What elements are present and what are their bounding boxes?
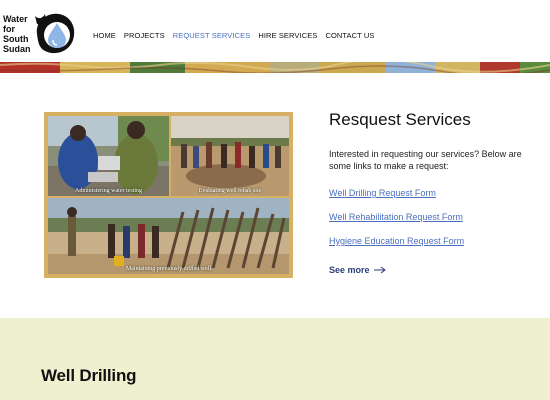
painted-stripe-decoration — [0, 62, 550, 73]
photo-water-testing: Administering water testing — [48, 116, 169, 196]
photo-caption: Maintaining previously drilled well — [125, 266, 212, 272]
logo-line: South — [3, 34, 29, 44]
nav-hire-services[interactable]: HIRE SERVICES — [258, 31, 317, 40]
water-testing-image — [48, 116, 169, 196]
photo-caption: Evaluating well rehab site — [198, 188, 262, 194]
photo-well-rehab-site: Evaluating well rehab site — [171, 116, 289, 196]
nav-home[interactable]: HOME — [93, 31, 116, 40]
request-services-panel: Resquest Services Interested in requesti… — [329, 110, 539, 278]
logo-text: Water for South Sudan — [3, 14, 31, 54]
see-more-link[interactable]: See more — [329, 265, 386, 275]
well-rehab-site-image — [171, 116, 289, 196]
section-title: Well Drilling — [41, 366, 137, 385]
well-rehabilitation-request-link[interactable]: Well Rehabilitation Request Form — [329, 212, 539, 222]
nav-contact-us[interactable]: CONTACT US — [325, 31, 374, 40]
photo-caption: Administering water testing — [75, 188, 142, 194]
nav-request-services[interactable]: REQUEST SERVICES — [173, 31, 251, 40]
main-nav: HOME PROJECTS REQUEST SERVICES HIRE SERV… — [93, 31, 383, 40]
logo-line: Water — [3, 14, 28, 24]
page-title: Resquest Services — [329, 110, 471, 129]
logo-line: for — [3, 24, 15, 34]
water-drop-logo-icon — [35, 13, 75, 54]
see-more-label: See more — [329, 265, 370, 275]
photo-collage: Administering water testing Evaluating w… — [44, 112, 293, 278]
photo-drilled-well: Maintaining previously drilled well — [48, 198, 289, 274]
site-header: Water for South Sudan HOME PROJECTS REQU… — [0, 0, 550, 62]
hygiene-education-request-link[interactable]: Hygiene Education Request Form — [329, 236, 539, 246]
logo-line: Sudan — [3, 44, 31, 54]
arrow-right-icon — [373, 266, 386, 274]
site-logo[interactable]: Water for South Sudan — [3, 10, 78, 56]
well-drilling-request-link[interactable]: Well Drilling Request Form — [329, 188, 539, 198]
drilled-well-image — [48, 198, 289, 274]
well-drilling-section: Well Drilling — [0, 318, 550, 400]
nav-projects[interactable]: PROJECTS — [124, 31, 165, 40]
intro-text: Interested in requesting our services? B… — [329, 149, 522, 171]
